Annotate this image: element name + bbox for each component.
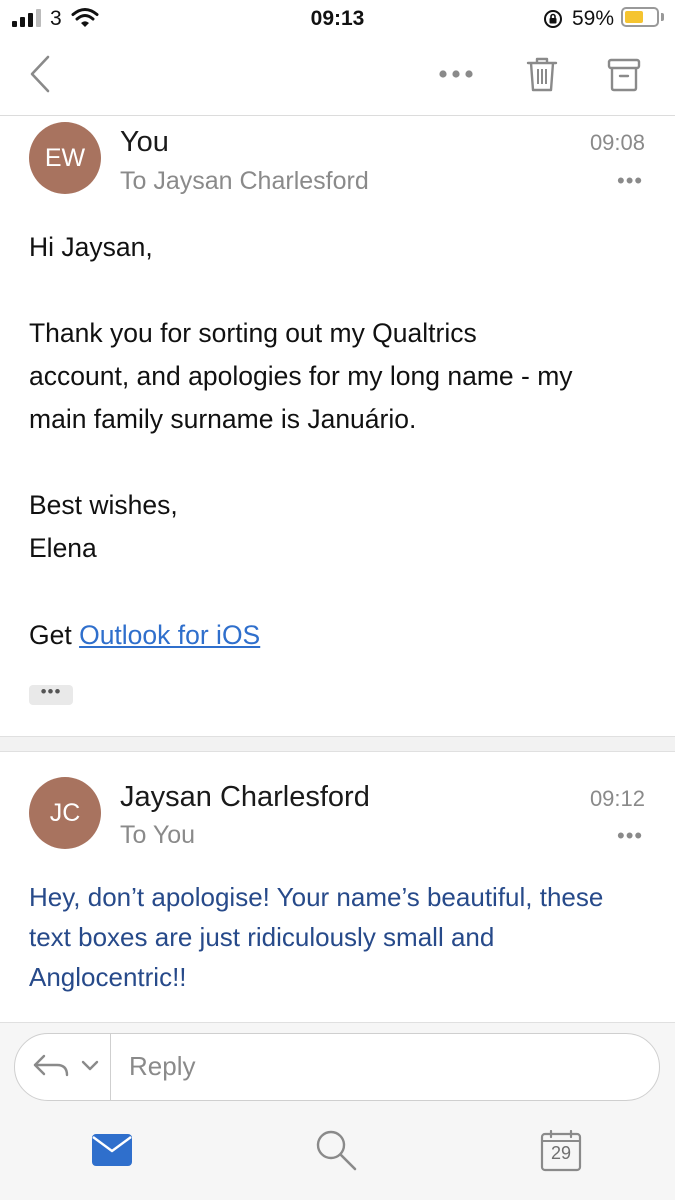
calendar-date: 29	[550, 1143, 572, 1163]
recipient-line[interactable]: To Jaysan Charlesford	[120, 167, 369, 196]
message-time: 09:08	[589, 130, 645, 155]
message-signoff: Best wishes, Elena	[29, 490, 178, 563]
reply-options-button[interactable]	[30, 1050, 105, 1084]
battery-tip	[661, 13, 664, 21]
archive-button[interactable]	[602, 52, 646, 98]
reply-separator	[110, 1034, 111, 1100]
trash-icon	[526, 57, 558, 92]
message-time: 09:12	[589, 786, 645, 811]
more-button[interactable]	[434, 54, 478, 94]
archive-icon	[607, 58, 641, 92]
status-bar: 3 09:13 59%	[0, 0, 675, 40]
message-more-button[interactable]: •••	[617, 823, 643, 849]
avatar[interactable]: JC	[29, 777, 101, 849]
message-greeting: Hi Jaysan,	[29, 232, 153, 262]
avatar[interactable]: EW	[29, 122, 101, 194]
mail-icon	[92, 1134, 132, 1166]
message-divider	[0, 736, 675, 752]
message-body: Hey, don’t apologise! Your name’s beauti…	[29, 882, 604, 992]
battery-percentage: 59%	[572, 7, 615, 30]
message-paragraph: Thank you for sorting out my Qualtrics a…	[29, 318, 573, 434]
rotation-lock-icon	[544, 10, 562, 28]
outlook-for-ios-link[interactable]: Outlook for iOS	[79, 620, 260, 650]
show-quoted-text-button[interactable]: •••	[29, 683, 73, 705]
message-toolbar	[0, 40, 675, 116]
battery-icon	[621, 7, 659, 27]
back-button[interactable]	[20, 50, 60, 98]
recipient-line[interactable]: To You	[120, 821, 195, 850]
more-icon	[439, 70, 473, 78]
sender-name[interactable]: You	[120, 126, 169, 159]
message-footer: Get Outlook for iOS	[29, 614, 659, 657]
sender-name[interactable]: Jaysan Charlesford	[120, 781, 370, 814]
delete-button[interactable]	[520, 50, 564, 98]
tab-calendar[interactable]: 29	[540, 1129, 582, 1172]
reply-arrow-icon	[33, 1054, 99, 1077]
footer-prefix: Get	[29, 620, 80, 650]
reply-input[interactable]: Reply	[129, 1051, 195, 1082]
search-icon	[316, 1130, 357, 1171]
tab-mail[interactable]	[90, 1132, 134, 1168]
back-icon	[30, 55, 50, 93]
tab-search[interactable]	[314, 1128, 358, 1172]
message-more-button[interactable]: •••	[617, 168, 643, 194]
